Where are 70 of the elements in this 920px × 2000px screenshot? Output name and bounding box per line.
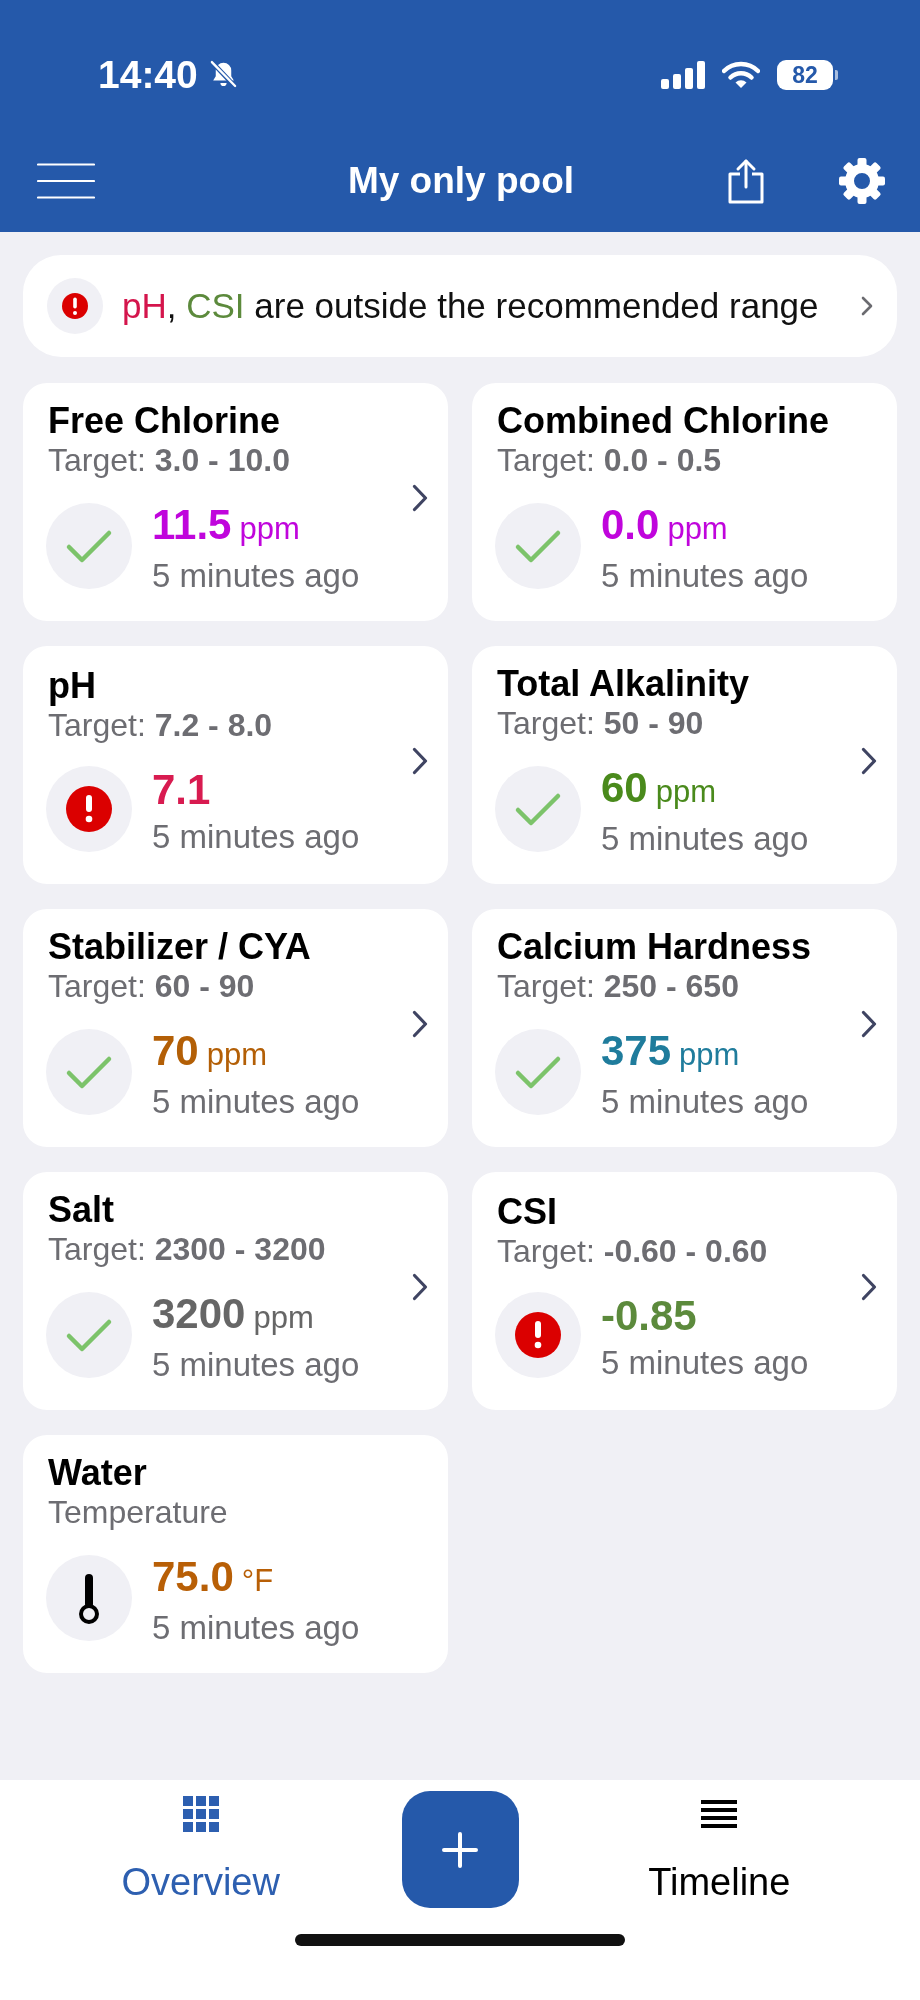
metric-name: Calcium Hardness xyxy=(497,927,813,967)
settings-icon[interactable] xyxy=(839,158,885,204)
target-range: Target: 3.0 - 10.0 xyxy=(48,441,291,479)
reading-value: 75.0 xyxy=(152,1552,234,1602)
unit-label: ppm xyxy=(655,773,717,811)
timestamp: 5 minutes ago xyxy=(152,1346,360,1384)
nav-tab[interactable]: Overview xyxy=(121,1791,280,1904)
unit-label: ppm xyxy=(253,1299,314,1337)
reading-value: 3200 xyxy=(152,1289,246,1339)
wifi-icon xyxy=(722,61,760,89)
metric-name: Free Chlorine xyxy=(48,401,282,441)
target-range: Target: -0.60 - 0.60 xyxy=(497,1232,769,1270)
target-range: Target: 0.0 - 0.5 xyxy=(497,441,723,479)
target-range: Target: 50 - 90 xyxy=(497,704,705,742)
chevron-right-icon xyxy=(861,296,873,316)
target-range: Target: 250 - 650 xyxy=(497,967,740,1005)
metric-card[interactable]: Combined Chlorine Target: 0.0 - 0.5 0.0 ppm 5 minutes ago xyxy=(472,383,897,621)
metric-name: Total Alkalinity xyxy=(497,664,751,704)
add-button[interactable] xyxy=(401,1791,519,1908)
unit-label: ppm xyxy=(667,510,728,548)
nav-tab[interactable]: Timeline xyxy=(648,1791,791,1904)
timestamp: 5 minutes ago xyxy=(601,557,809,595)
thermometer-icon xyxy=(46,1555,132,1641)
timestamp: 5 minutes ago xyxy=(152,1083,360,1121)
signal-icon xyxy=(661,61,705,89)
metric-name: Stabilizer / CYA xyxy=(48,927,312,967)
metric-card[interactable]: Stabilizer / CYA Target: 60 - 90 70 ppm 5 minutes ago xyxy=(23,909,448,1147)
unit-label: ppm xyxy=(206,1036,268,1074)
screen-title: My only pool xyxy=(347,159,575,203)
metric-card[interactable]: Calcium Hardness Target: 250 - 650 375 ppm 5 minutes ago xyxy=(472,909,897,1147)
battery-percentage: 82 xyxy=(777,60,833,90)
metric-card[interactable]: pH Target: 7.2 - 8.0 7.1 5 minutes ago xyxy=(23,646,448,884)
metric-name: Salt xyxy=(48,1190,116,1230)
reading-value: 11.5 xyxy=(152,500,232,550)
unit-label: ppm xyxy=(239,510,300,548)
reading-value: 7.1 xyxy=(152,765,211,815)
timestamp: 5 minutes ago xyxy=(601,1344,809,1382)
metric-name: Water xyxy=(48,1453,148,1493)
metric-card[interactable]: CSI Target: -0.60 - 0.60 -0.85 5 minutes ago xyxy=(472,1172,897,1410)
target-range: Target: 60 - 90 xyxy=(48,967,256,1005)
target-range: Target: 2300 - 3200 xyxy=(48,1230,327,1268)
alert-banner[interactable]: pH, CSI are outside the recommended range xyxy=(23,255,897,357)
reading-value: -0.85 xyxy=(601,1291,697,1341)
metric-name: pH xyxy=(48,666,97,706)
alert-message: pH, CSI are outside the recommended range xyxy=(122,285,820,327)
status-time: 14:40 xyxy=(98,53,198,97)
reading-value: 60 xyxy=(601,763,648,813)
alert-icon xyxy=(47,278,103,334)
metric-name: CSI xyxy=(497,1192,558,1232)
timestamp: 5 minutes ago xyxy=(601,1083,809,1121)
timestamp: 5 minutes ago xyxy=(152,1609,360,1647)
reading-value: 70 xyxy=(152,1026,199,1076)
metric-card[interactable]: Total Alkalinity Target: 50 - 90 60 ppm 5 minutes ago xyxy=(472,646,897,884)
metric-subtitle: Temperature xyxy=(48,1493,229,1531)
unit-label: °F xyxy=(241,1562,274,1600)
metric-card[interactable]: Free Chlorine Target: 3.0 - 10.0 11.5 ppm 5 minutes ago xyxy=(23,383,448,621)
metric-card[interactable]: Water Temperature 75.0 °F 5 minutes ago xyxy=(23,1435,448,1673)
target-range: Target: 7.2 - 8.0 xyxy=(48,706,274,744)
timestamp: 5 minutes ago xyxy=(601,820,809,858)
reading-value: 375 xyxy=(601,1026,672,1076)
menu-icon[interactable] xyxy=(37,163,95,199)
timestamp: 5 minutes ago xyxy=(152,818,360,856)
grid-icon xyxy=(182,1796,219,1832)
share-icon[interactable] xyxy=(727,158,765,204)
timestamp: 5 minutes ago xyxy=(152,557,360,595)
unit-label: ppm xyxy=(679,1036,740,1074)
reading-value: 0.0 xyxy=(601,500,660,550)
metric-name: Combined Chlorine xyxy=(497,401,830,441)
metric-card[interactable]: Salt Target: 2300 - 3200 3200 ppm 5 minutes ago xyxy=(23,1172,448,1410)
plus-icon xyxy=(442,1831,478,1868)
